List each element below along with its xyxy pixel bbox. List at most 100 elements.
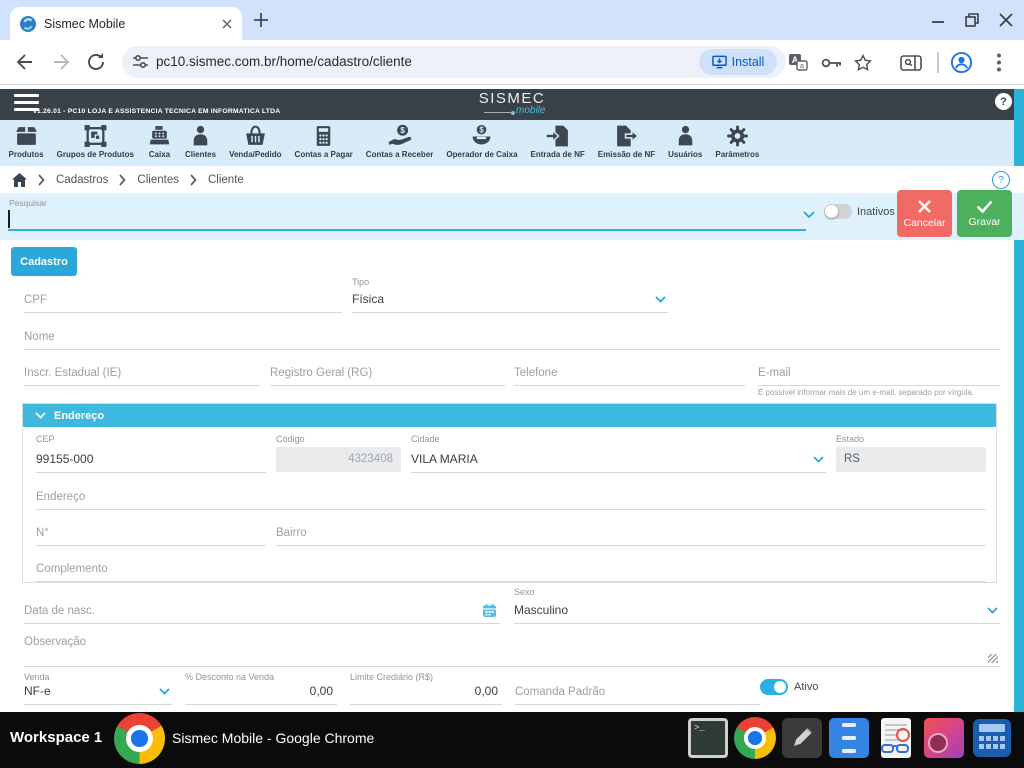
browser-menu-icon[interactable]	[996, 53, 1002, 72]
chevron-down-icon[interactable]	[159, 688, 170, 695]
toolbar-item-clientes[interactable]: Clientes	[178, 123, 222, 159]
install-button[interactable]: Install	[699, 49, 777, 75]
tipo-select[interactable]: Tipo Física	[352, 277, 668, 313]
desconto-venda-label: % Desconto na Venda	[185, 672, 274, 682]
observacao-label: Observação	[24, 636, 86, 648]
registro-geral-field[interactable]: Registro Geral (RG)	[270, 356, 505, 386]
header-help-button[interactable]: ?	[995, 93, 1012, 110]
breadcrumb-item-cliente[interactable]: Cliente	[208, 174, 244, 186]
toolbar-item-emissao-de-nf[interactable]: Emissão de NF	[591, 123, 661, 159]
sexo-select[interactable]: Sexo Masculino	[514, 587, 1000, 624]
document-viewer-icon[interactable]	[876, 717, 916, 759]
numero-field[interactable]: N°	[36, 517, 266, 546]
resize-handle[interactable]	[988, 654, 998, 663]
taskbar-window-title[interactable]: Sismec Mobile - Google Chrome	[172, 730, 374, 746]
chevron-down-icon[interactable]	[655, 296, 666, 303]
toolbar-item-contas-a-pagar[interactable]: Contas a Pagar	[288, 123, 359, 159]
inactive-toggle[interactable]	[824, 204, 852, 219]
venda-select[interactable]: Venda NF-e	[24, 672, 172, 705]
app-version-text: v1.26.01 - PC10 LOJA E ASSISTENCIA TECNI…	[33, 108, 280, 115]
profile-icon[interactable]	[950, 51, 973, 74]
window-restore-button[interactable]	[962, 10, 982, 30]
cidade-value: VILA MARIA	[411, 452, 478, 466]
tipo-value: Física	[352, 292, 384, 306]
toolbar-item-usuarios[interactable]: Usuários	[662, 123, 709, 159]
tab-cadastro[interactable]: Cadastro	[11, 247, 77, 276]
image-viewer-icon[interactable]	[924, 718, 964, 758]
cancel-button[interactable]: Cancelar	[897, 190, 952, 237]
window-close-button[interactable]	[996, 10, 1016, 30]
inscricao-estadual-field[interactable]: Inscr. Estadual (IE)	[24, 356, 260, 386]
toolbar-item-venda-pedido[interactable]: Venda/Pedido	[223, 123, 288, 159]
nome-field[interactable]: Nome	[24, 320, 1000, 350]
sidebar-search-icon[interactable]	[900, 55, 922, 71]
toolbar-item-parametros[interactable]: Parâmetros	[709, 123, 766, 159]
endereco-label: Endereço	[36, 491, 85, 503]
chrome-window-icon[interactable]	[114, 713, 165, 764]
codigo-field: Código 4323408	[276, 434, 401, 473]
toolbar-item-grupos-de-produtos[interactable]: Grupos de Produtos	[50, 123, 140, 159]
data-nascimento-field[interactable]: Data de nasc.	[24, 594, 500, 624]
cidade-select[interactable]: Cidade VILA MARIA	[411, 434, 826, 473]
calendar-icon[interactable]	[483, 604, 496, 617]
chevron-down-icon[interactable]	[987, 607, 998, 614]
back-button[interactable]	[14, 51, 36, 73]
ativo-toggle[interactable]	[760, 679, 788, 695]
email-hint: É possível informar mais de um e-mail, s…	[758, 388, 974, 397]
new-tab-button[interactable]	[252, 11, 270, 29]
limite-crediario-field[interactable]: Limite Crediário (R$) 0,00	[350, 672, 502, 705]
search-input[interactable]	[8, 202, 798, 229]
breadcrumb-item-clientes[interactable]: Clientes	[137, 174, 179, 186]
cpf-field[interactable]: CPF	[24, 277, 342, 313]
toolbar-item-contas-a-receber[interactable]: $ Contas a Receber	[359, 123, 440, 159]
endereco-section-header[interactable]: Endereço	[23, 404, 996, 427]
browser-tab[interactable]: Sismec Mobile	[10, 7, 242, 40]
observacao-textarea[interactable]: Observação	[24, 630, 1000, 667]
terminal-icon[interactable]: >_	[688, 718, 728, 758]
toolbar-item-caixa[interactable]: Caixa	[140, 123, 178, 159]
toolbar-item-label: Entrada de NF	[531, 150, 585, 159]
password-key-icon[interactable]	[821, 57, 842, 69]
url-text[interactable]: pc10.sismec.com.br/home/cadastro/cliente	[156, 49, 412, 75]
comanda-padrao-field[interactable]: Comanda Padrão	[515, 672, 760, 705]
cash-register-icon	[147, 123, 172, 149]
translate-icon[interactable]: A a	[788, 53, 808, 72]
toolbar-item-entrada-de-nf[interactable]: Entrada de NF	[524, 123, 591, 159]
tab-close-icon[interactable]	[222, 19, 232, 29]
desconto-venda-value: 0,00	[310, 684, 333, 698]
workspace-label: Workspace 1	[10, 729, 102, 746]
cashier-operator-icon: $	[469, 123, 494, 149]
toolbar-item-label: Usuários	[668, 150, 702, 159]
telefone-field[interactable]: Telefone	[514, 356, 745, 386]
toolbar-item-produtos[interactable]: Produtos	[2, 123, 50, 159]
ie-label: Inscr. Estadual (IE)	[24, 367, 121, 379]
site-settings-icon[interactable]	[132, 53, 149, 70]
reload-button[interactable]	[85, 51, 107, 73]
cep-field[interactable]: CEP 99155-000	[36, 434, 266, 473]
breadcrumb-item-cadastros[interactable]: Cadastros	[56, 174, 108, 186]
svg-text:a: a	[800, 63, 804, 70]
chrome-tray-icon[interactable]	[734, 717, 776, 759]
toolbar-item-label: Clientes	[185, 150, 216, 159]
complemento-field[interactable]: Complemento	[36, 553, 986, 582]
endereco-field[interactable]: Endereço	[36, 481, 986, 510]
save-button[interactable]: Gravar	[957, 190, 1012, 237]
email-field[interactable]: E-mail	[758, 356, 1000, 386]
logo-underline	[484, 112, 512, 113]
bookmark-star-icon[interactable]	[854, 54, 872, 71]
forward-button[interactable]	[50, 51, 72, 73]
desconto-venda-field[interactable]: % Desconto na Venda 0,00	[185, 672, 337, 705]
file-cabinet-icon[interactable]	[829, 718, 869, 758]
window-minimize-button[interactable]	[928, 10, 948, 30]
home-icon[interactable]	[12, 173, 27, 187]
search-dropdown-chevron-icon[interactable]	[803, 211, 815, 219]
calculator-icon[interactable]	[971, 717, 1013, 759]
cancel-x-icon	[917, 199, 932, 214]
bairro-field[interactable]: Bairro	[276, 517, 986, 546]
toolbar-item-operador-de-caixa[interactable]: $ Operador de Caixa	[440, 123, 524, 159]
breadcrumb-help-button[interactable]: ?	[992, 171, 1010, 189]
text-editor-icon[interactable]	[782, 718, 822, 758]
chevron-down-icon[interactable]	[813, 456, 824, 463]
toolbar-item-label: Operador de Caixa	[446, 150, 517, 159]
data-nascimento-label: Data de nasc.	[24, 605, 95, 617]
